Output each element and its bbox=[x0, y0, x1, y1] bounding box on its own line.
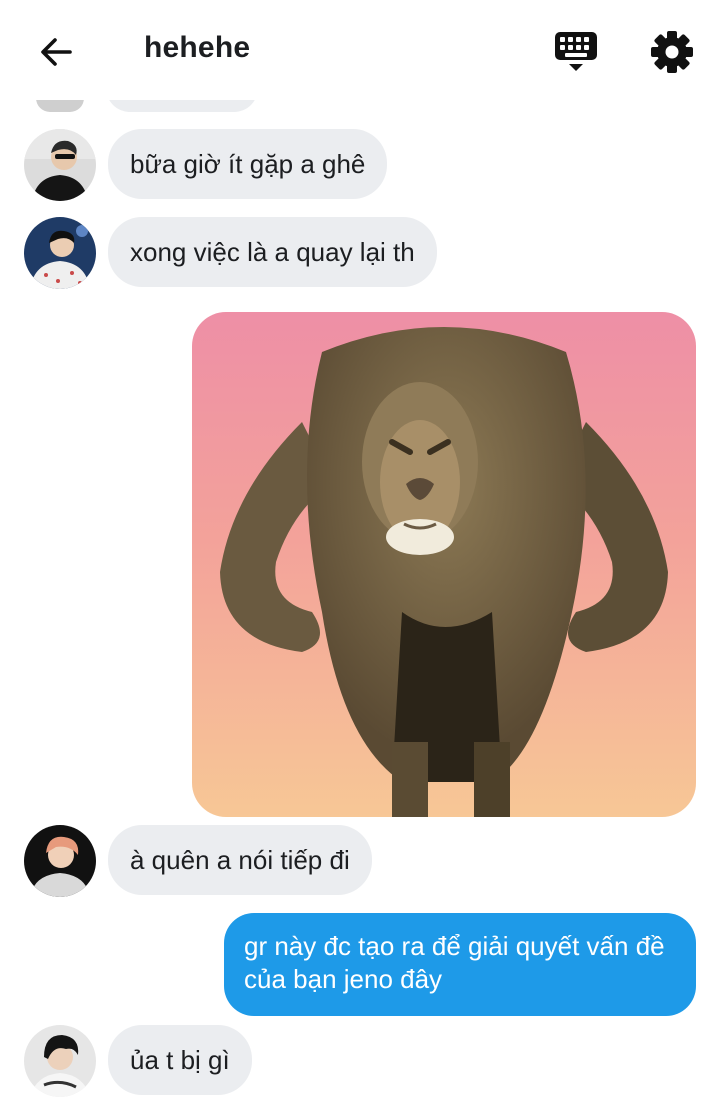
conversation-title: hehehe bbox=[144, 31, 251, 64]
message-text: xong việc là a quay lại th bbox=[130, 237, 415, 267]
avatar[interactable] bbox=[24, 825, 96, 897]
partial-previous-avatar bbox=[36, 98, 84, 112]
chat-header: hehehe bbox=[0, 0, 720, 100]
message-bubble-incoming[interactable]: ủa t bị gì bbox=[108, 1025, 252, 1095]
message-bubble-incoming[interactable]: à quên a nói tiếp đi bbox=[108, 825, 372, 895]
avatar[interactable] bbox=[24, 1025, 96, 1097]
message-text: gr này đc tạo ra để giải quyết vấn đề củ… bbox=[244, 931, 665, 994]
keyboard-button[interactable] bbox=[550, 26, 602, 78]
lion-meme-photo[interactable] bbox=[192, 312, 696, 817]
avatar[interactable] bbox=[24, 129, 96, 201]
keyboard-icon bbox=[555, 32, 597, 71]
arrow-left-icon bbox=[41, 38, 72, 66]
message-text: ủa t bị gì bbox=[130, 1045, 230, 1075]
message-bubble-incoming[interactable]: xong việc là a quay lại th bbox=[108, 217, 437, 287]
back-button[interactable] bbox=[32, 30, 80, 74]
avatar[interactable] bbox=[24, 217, 96, 289]
message-text: bữa giờ ít gặp a ghê bbox=[130, 149, 366, 179]
message-bubble-incoming[interactable]: bữa giờ ít gặp a ghê bbox=[108, 129, 388, 199]
message-text: à quên a nói tiếp đi bbox=[130, 845, 350, 875]
message-bubble-outgoing[interactable]: gr này đc tạo ra để giải quyết vấn đề củ… bbox=[224, 913, 696, 1016]
gear-icon bbox=[651, 31, 693, 73]
settings-button[interactable] bbox=[646, 26, 698, 78]
